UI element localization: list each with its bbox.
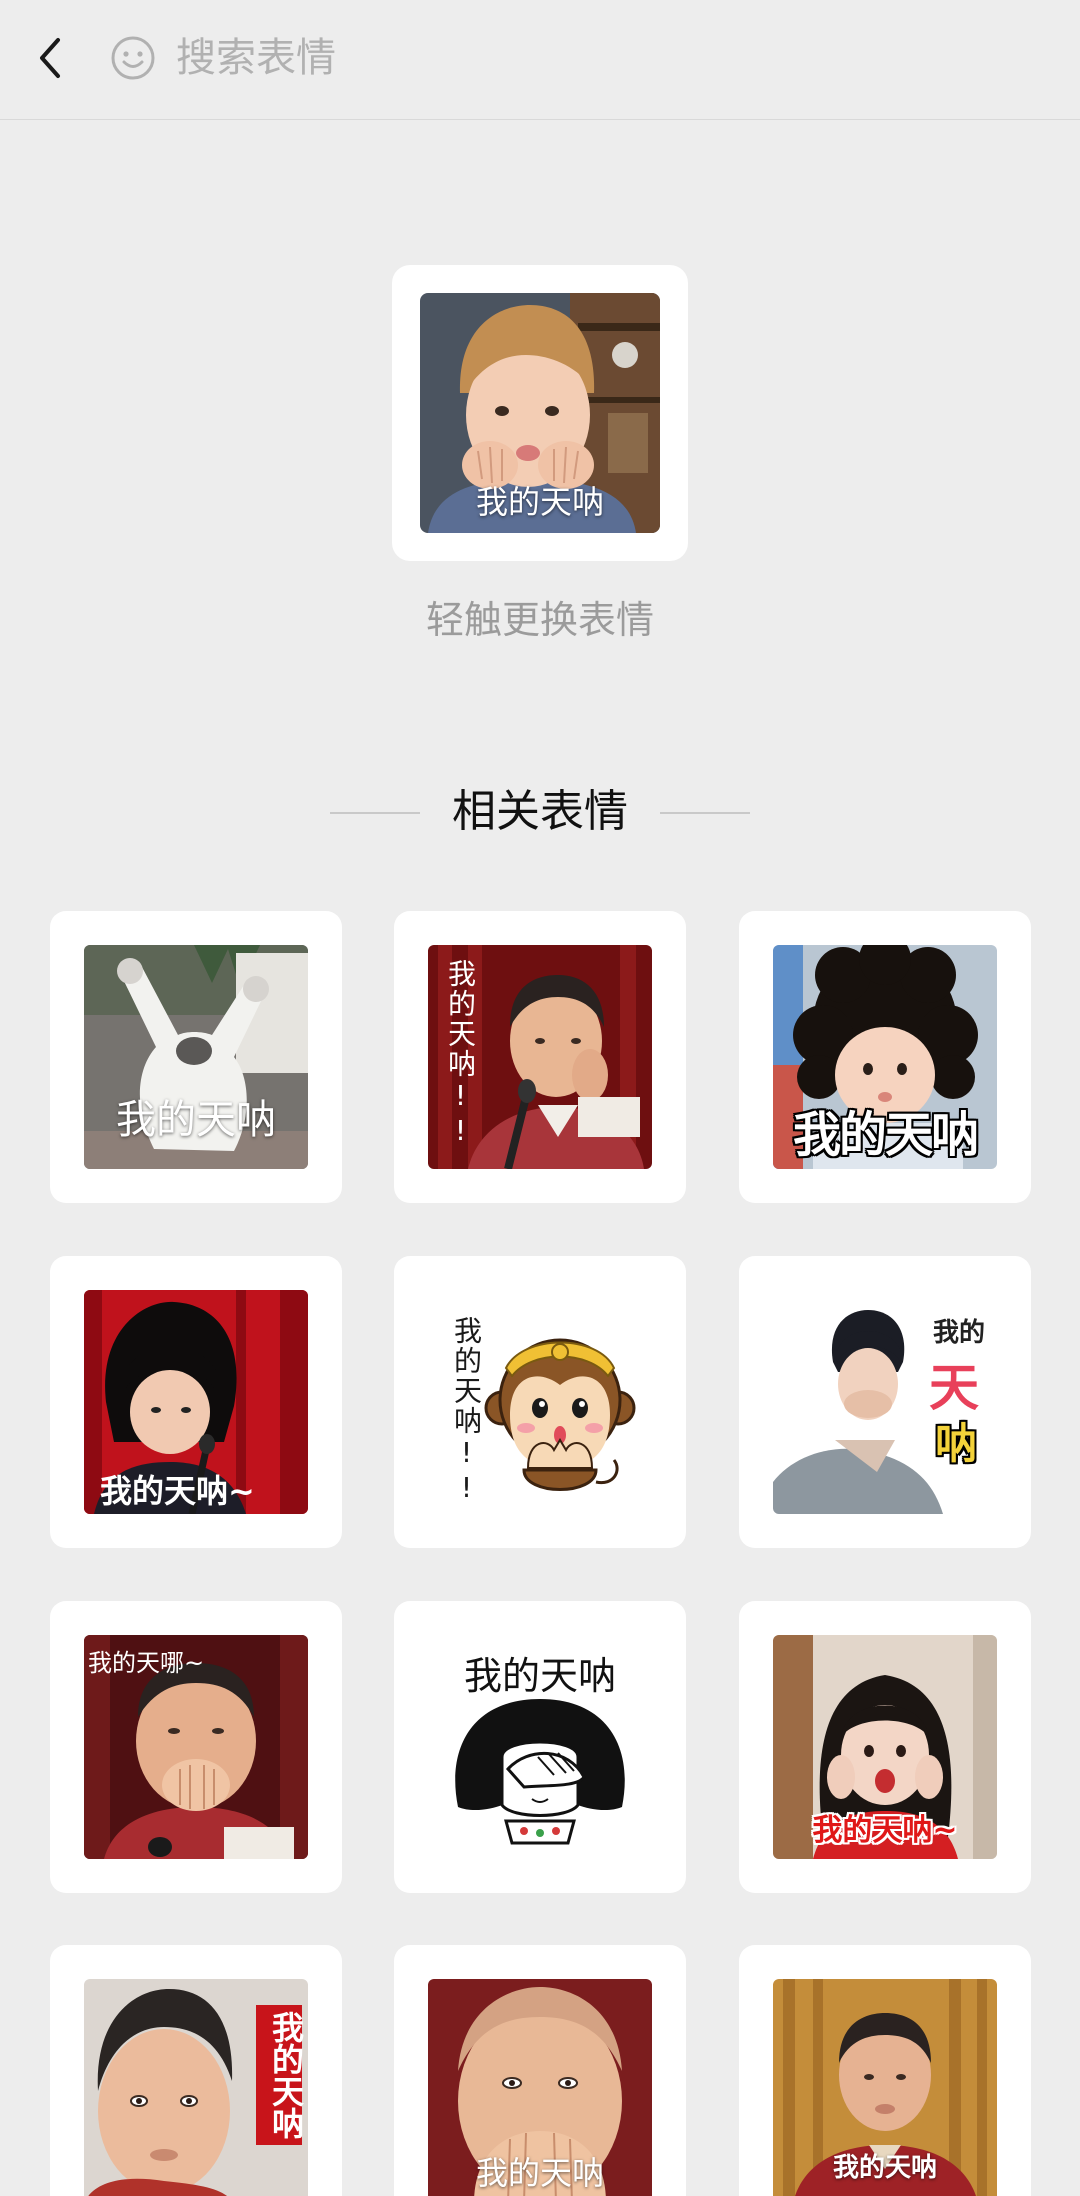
sticker-caption: 我的天呐: [463, 1654, 616, 1698]
sticker-image: 我的天呐: [84, 1979, 308, 2196]
sticker-image: 我的天呐~: [773, 1635, 997, 1859]
sticker-caption: 我的天呐: [116, 1097, 276, 1143]
search-input[interactable]: [176, 26, 1016, 90]
chevron-left-icon: [40, 38, 60, 78]
sticker-card-3[interactable]: 我的天呐: [739, 911, 1031, 1203]
sticker-caption-line: 呐: [934, 1419, 977, 1468]
sticker-caption-line: 我的: [932, 1318, 985, 1348]
sticker-caption: 我的天呐!!: [444, 959, 477, 1149]
sticker-caption: 我的天呐~: [100, 1472, 255, 1510]
sticker-caption: 我的天呐: [792, 1107, 979, 1163]
featured-sticker-card[interactable]: 我的天呐: [392, 265, 688, 561]
sticker-card-8[interactable]: 我的天呐: [394, 1601, 686, 1893]
sticker-image: 我的天呐!!: [428, 945, 652, 1169]
sticker-card-12[interactable]: 我的天呐: [739, 1945, 1031, 2196]
sticker-caption: 我的天呐: [832, 2153, 937, 2183]
featured-sticker-image: 我的天呐: [420, 293, 660, 533]
tap-to-change-hint: 轻触更换表情: [425, 598, 654, 642]
sticker-image: 我的天呐~: [84, 1290, 308, 1514]
sticker-image: 我的天呐: [773, 1979, 997, 2196]
sticker-image: 我的天呐: [773, 945, 997, 1169]
sticker-image: 我的天呐: [428, 1635, 652, 1859]
sticker-card-7[interactable]: 我的天哪~: [50, 1601, 342, 1893]
related-stickers-title: 相关表情: [452, 786, 628, 837]
sticker-image: 我的天呐: [84, 945, 308, 1169]
sticker-card-10[interactable]: 我的天呐: [50, 1945, 342, 2196]
sticker-card-4[interactable]: 我的天呐~: [50, 1256, 342, 1548]
sticker-card-6[interactable]: 我的 天 呐: [739, 1256, 1031, 1548]
sticker-caption: 我的天呐~: [812, 1813, 958, 1848]
sticker-card-1[interactable]: 我的天呐: [50, 911, 342, 1203]
sticker-card-9[interactable]: 我的天呐~: [739, 1601, 1031, 1893]
back-button[interactable]: [28, 28, 78, 88]
sticker-search-screen: 我的天呐 轻触更换表情 相关表情 我的天呐: [0, 0, 1080, 2196]
featured-sticker-caption: 我的天呐: [475, 483, 604, 521]
sticker-image: 我的天哪~: [84, 1635, 308, 1859]
top-bar: [0, 0, 1080, 120]
section-divider-right: [660, 812, 750, 814]
sticker-image: 我的天呐!!: [428, 1290, 652, 1514]
sticker-card-2[interactable]: 我的天呐!!: [394, 911, 686, 1203]
smiley-icon: [110, 35, 156, 81]
sticker-caption: 我的天哪~: [88, 1649, 205, 1677]
sticker-caption: 我的天呐!!: [450, 1316, 483, 1506]
sticker-card-11[interactable]: 我的天呐: [394, 1945, 686, 2196]
sticker-image: 我的 天 呐: [773, 1290, 997, 1514]
sticker-card-5[interactable]: 我的天呐!!: [394, 1256, 686, 1548]
sticker-caption: 我的天呐: [267, 2011, 305, 2139]
sticker-image: 我的天呐: [428, 1979, 652, 2196]
sticker-search-bar[interactable]: [108, 26, 1028, 90]
sticker-caption: 我的天呐: [475, 2154, 604, 2192]
